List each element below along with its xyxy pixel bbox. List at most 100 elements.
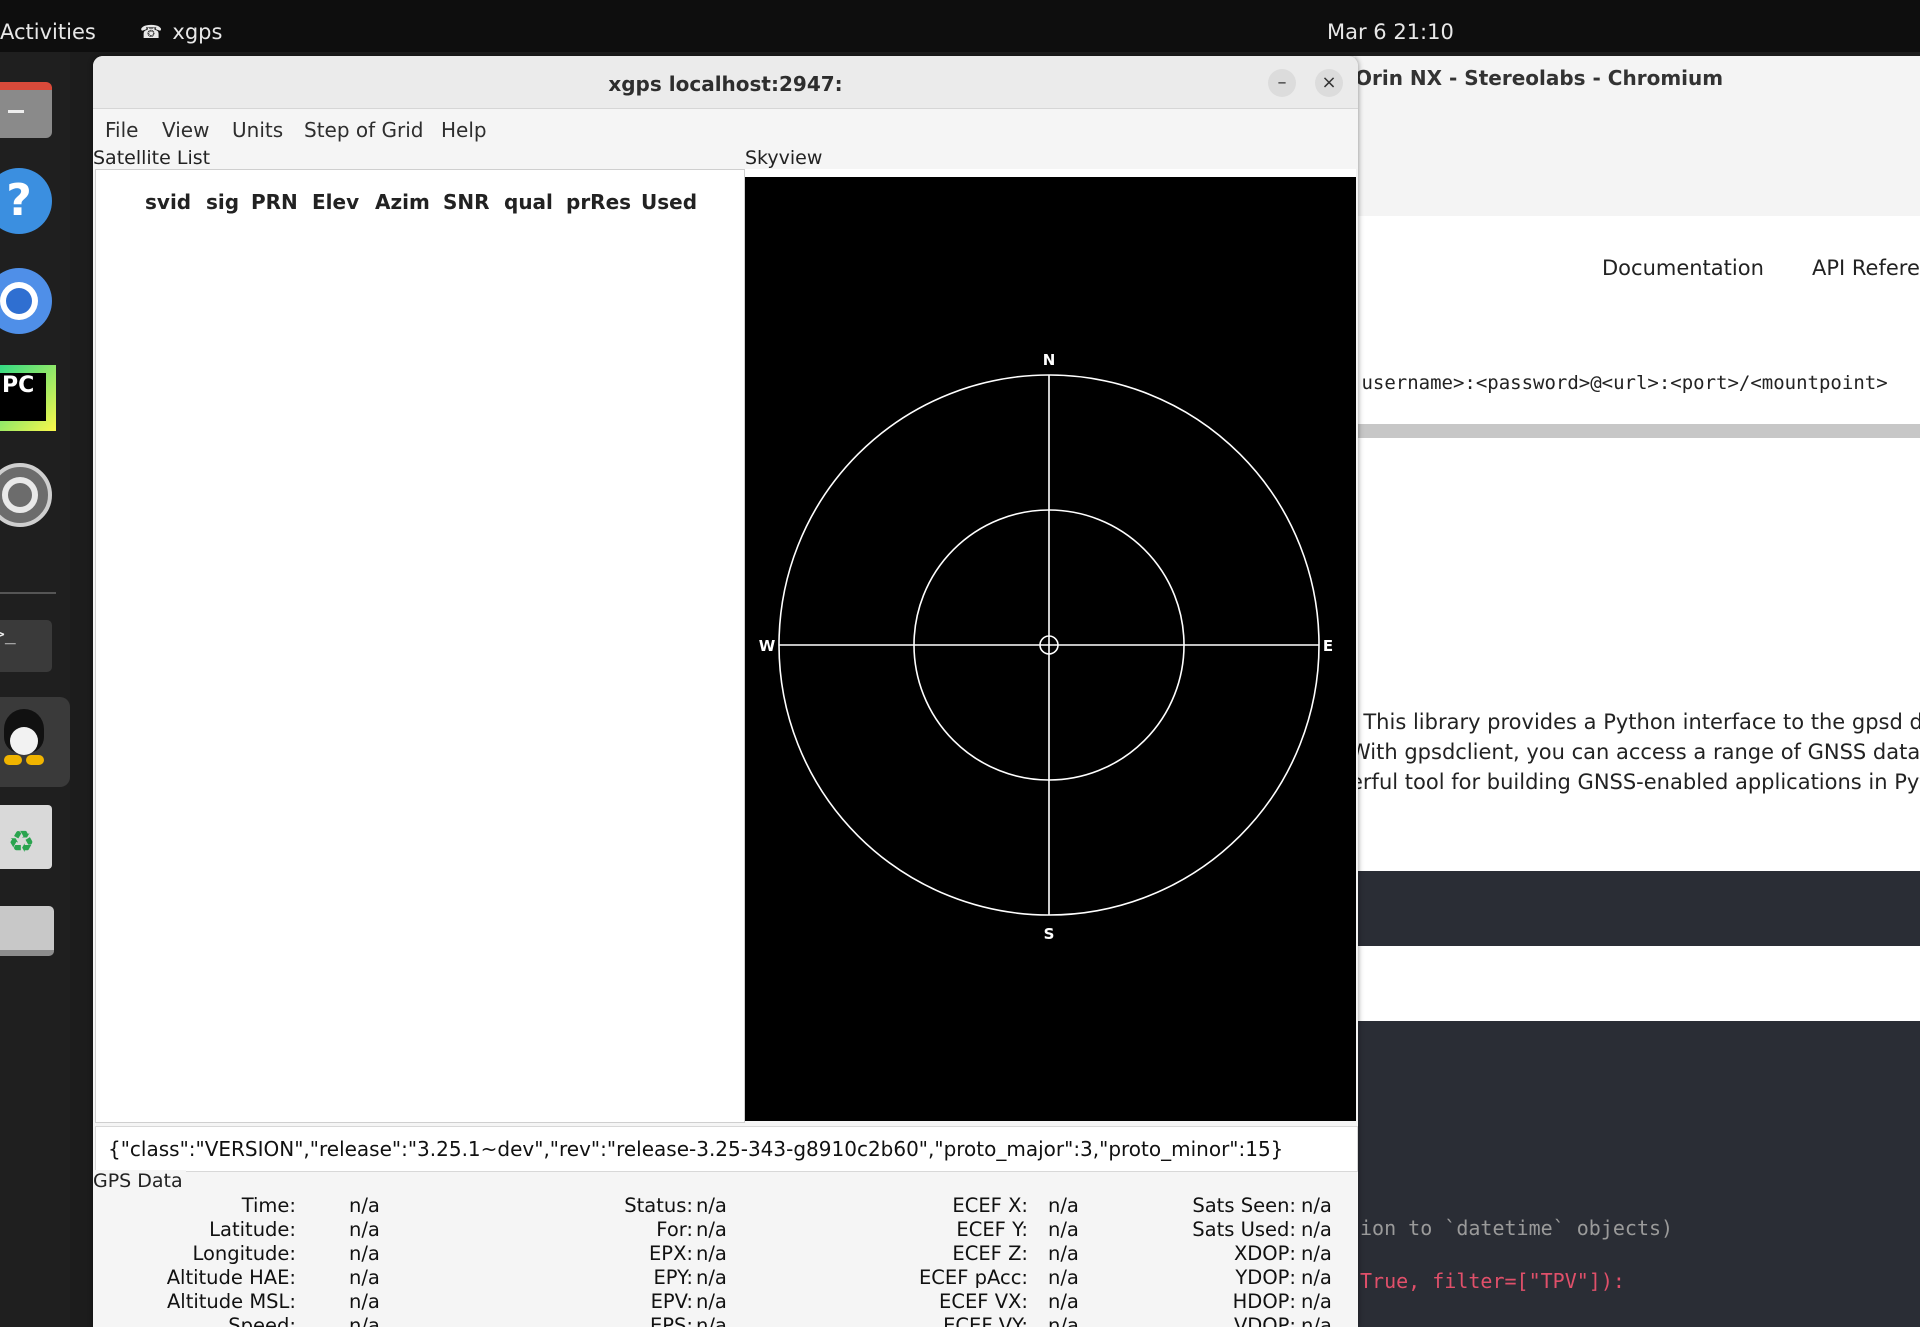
menu-step-of-grid[interactable]: Step of Grid: [304, 118, 424, 142]
ydop-label: YDOP:: [1235, 1266, 1296, 1289]
browser-title: Orin NX - Stereolabs - Chromium: [1355, 66, 1724, 90]
ecef-vy-value: n/a: [1048, 1314, 1079, 1327]
xdop-value: n/a: [1301, 1242, 1332, 1265]
gps-data-label: GPS Data: [93, 1170, 186, 1192]
latitude-label: Latitude:: [209, 1218, 296, 1241]
vdop-label: VDOP:: [1233, 1314, 1296, 1327]
minimize-button[interactable]: –: [1268, 69, 1296, 97]
column-prn[interactable]: PRN: [251, 190, 298, 214]
column-qual[interactable]: qual: [504, 190, 553, 214]
sats-used-value: n/a: [1301, 1218, 1332, 1241]
epv-label: EPV:: [650, 1290, 693, 1313]
hdop-label: HDOP:: [1232, 1290, 1296, 1313]
gps-data-panel: Time: n/a Latitude: n/a Longitude: n/a A…: [93, 1194, 1358, 1327]
altitude-hae-value: n/a: [349, 1266, 380, 1289]
menu-help[interactable]: Help: [441, 118, 487, 142]
sats-seen-label: Sats Seen:: [1192, 1194, 1296, 1217]
altitude-msl-value: n/a: [349, 1290, 380, 1313]
window-titlebar[interactable]: xgps localhost:2947: – ×: [93, 56, 1358, 109]
west-label: W: [759, 637, 776, 655]
files-icon[interactable]: [0, 70, 70, 150]
column-snr[interactable]: SNR: [443, 190, 490, 214]
xdop-label: XDOP:: [1233, 1242, 1296, 1265]
vdop-value: n/a: [1301, 1314, 1332, 1327]
code-scrollbar[interactable]: [1355, 424, 1920, 438]
speed-label: Speed:: [228, 1314, 296, 1327]
paragraph-line-1: . This library provides a Python interfa…: [1350, 710, 1920, 734]
column-svid[interactable]: svid: [145, 190, 191, 214]
altitude-msl-label: Altitude MSL:: [166, 1290, 296, 1313]
nav-documentation-link[interactable]: Documentation: [1602, 256, 1764, 280]
ecef-x-label: ECEF X:: [952, 1194, 1028, 1217]
ecef-vx-value: n/a: [1048, 1290, 1079, 1313]
north-label: N: [1043, 351, 1056, 369]
ecef-vy-label: ECEF VY:: [943, 1314, 1028, 1327]
menu-file[interactable]: File: [105, 118, 138, 142]
clock[interactable]: Mar 6 21:10: [1327, 20, 1454, 44]
column-used[interactable]: Used: [641, 190, 697, 214]
skyview-panel[interactable]: N S E W: [745, 169, 1356, 1121]
menu-view[interactable]: View: [162, 118, 209, 142]
linux-tux-icon[interactable]: [0, 697, 70, 787]
skyview-plot: N S E W: [745, 177, 1356, 1121]
epv-value: n/a: [696, 1290, 727, 1313]
dock: ? PC >_ ♻: [0, 52, 70, 1327]
status-value: n/a: [696, 1194, 727, 1217]
app-name: xgps: [172, 20, 223, 44]
speed-value: n/a: [349, 1314, 380, 1327]
nav-api-reference-link[interactable]: API Referer: [1812, 256, 1920, 280]
ecef-pacc-label: ECEF pAcc:: [918, 1266, 1028, 1289]
longitude-value: n/a: [349, 1242, 380, 1265]
app-menu[interactable]: ☎ xgps: [140, 20, 222, 44]
xgps-window: xgps localhost:2947: – × File View Units…: [93, 56, 1358, 1327]
drive-icon[interactable]: [0, 892, 70, 972]
for-value: n/a: [696, 1218, 727, 1241]
trash-icon[interactable]: ♻: [0, 797, 70, 877]
ecef-pacc-value: n/a: [1048, 1266, 1079, 1289]
menu-bar: File View Units Step of Grid Help: [93, 109, 1358, 149]
chromium-icon[interactable]: [0, 262, 70, 342]
dock-separator: [0, 592, 56, 594]
ecef-x-value: n/a: [1048, 1194, 1079, 1217]
time-label: Time:: [241, 1194, 296, 1217]
altitude-hae-label: Altitude HAE:: [166, 1266, 296, 1289]
menu-units[interactable]: Units: [232, 118, 283, 142]
satellite-app-icon: ☎: [140, 21, 163, 43]
code-block: [1355, 871, 1920, 946]
epx-label: EPX:: [648, 1242, 693, 1265]
satellite-list-table[interactable]: svid sig PRN Elev Azim SNR qual prRes Us…: [95, 169, 745, 1123]
column-sig[interactable]: sig: [206, 190, 239, 214]
settings-icon[interactable]: [0, 457, 70, 537]
epx-value: n/a: [696, 1242, 727, 1265]
ecef-y-label: ECEF Y:: [956, 1218, 1028, 1241]
ecef-y-value: n/a: [1048, 1218, 1079, 1241]
code-url-snippet: :username>:<password>@<url>:<port>/<moun…: [1350, 372, 1888, 394]
pycharm-icon[interactable]: PC: [0, 357, 70, 437]
ecef-z-value: n/a: [1048, 1242, 1079, 1265]
close-button[interactable]: ×: [1315, 69, 1343, 97]
status-label: Status:: [624, 1194, 693, 1217]
ecef-z-label: ECEF Z:: [952, 1242, 1028, 1265]
ecef-vx-label: ECEF VX:: [939, 1290, 1028, 1313]
south-label: S: [1044, 925, 1055, 943]
column-azim[interactable]: Azim: [375, 190, 430, 214]
column-prres[interactable]: prRes: [566, 190, 631, 214]
eps-label: EPS:: [649, 1314, 693, 1327]
ydop-value: n/a: [1301, 1266, 1332, 1289]
paragraph-line-3: erful tool for building GNSS-enabled app…: [1350, 770, 1920, 794]
top-bar: Activities ☎ xgps Mar 6 21:10: [0, 0, 1920, 52]
satellite-list-label: Satellite List: [93, 147, 214, 169]
code-block: ion to `datetime` objects) True, filter=…: [1355, 1021, 1920, 1327]
epy-value: n/a: [696, 1266, 727, 1289]
help-icon[interactable]: ?: [0, 162, 70, 242]
column-elev[interactable]: Elev: [312, 190, 359, 214]
terminal-icon[interactable]: >_: [0, 612, 70, 692]
activities-button[interactable]: Activities: [0, 20, 96, 44]
hdop-value: n/a: [1301, 1290, 1332, 1313]
status-message-line: {"class":"VERSION","release":"3.25.1~dev…: [95, 1126, 1358, 1172]
code-line-1: ion to `datetime` objects): [1360, 1216, 1674, 1240]
time-value: n/a: [349, 1194, 380, 1217]
skyview-label: Skyview: [745, 147, 826, 169]
code-line-2: True, filter=["TPV"]):: [1360, 1269, 1625, 1293]
longitude-label: Longitude:: [192, 1242, 296, 1265]
